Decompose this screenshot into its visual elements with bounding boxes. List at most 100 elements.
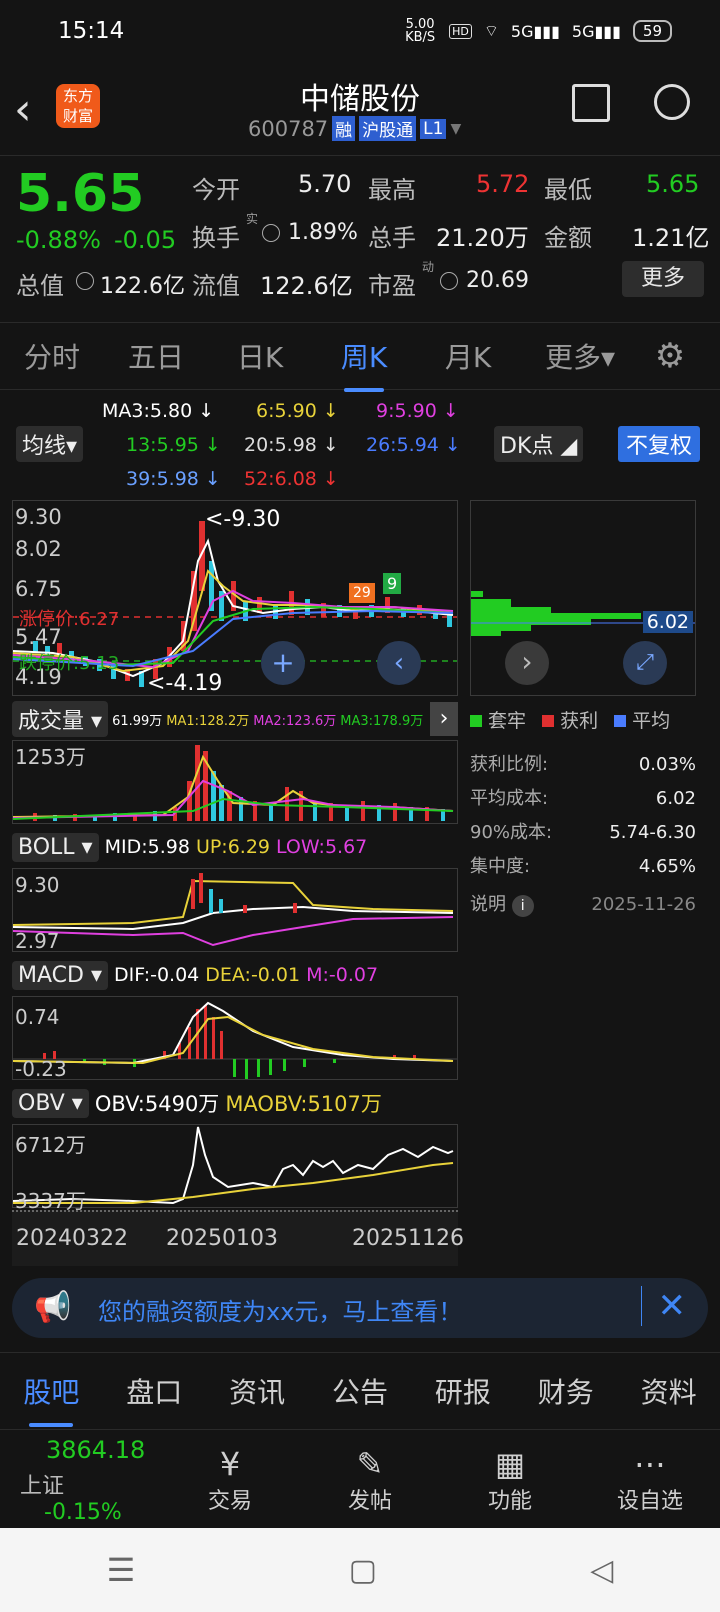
promo-banner[interactable]: 📢 您的融资额度为xx元，马上查看！ ✕ <box>12 1278 708 1338</box>
info-circle-icon[interactable] <box>440 272 458 290</box>
volume-selector[interactable]: 成交量 ▾ <box>12 701 109 737</box>
obv-selector[interactable]: OBV ▾ <box>12 1088 89 1118</box>
profit-ratio-label: 获利比例: <box>470 754 549 775</box>
search-icon[interactable] <box>654 84 690 120</box>
more-button[interactable]: 更多 <box>622 261 704 297</box>
date-start: 20240322 <box>16 1226 128 1251</box>
chip-note-link[interactable]: 说明 i <box>470 888 534 922</box>
home-icon[interactable]: ▢ <box>349 1553 377 1588</box>
vol-ma3: MA3:178.9万 <box>340 713 424 729</box>
tab-research[interactable]: 研报 <box>411 1371 514 1411</box>
chevron-down-icon[interactable]: ▼ <box>450 121 461 137</box>
boll-chart[interactable]: 9.30 2.97 <box>12 868 458 953</box>
tab-guba[interactable]: 股吧 <box>0 1371 103 1427</box>
turnover-label: 换手 <box>192 224 240 252</box>
net-speed: 5.00 KB/S <box>405 17 436 45</box>
trade-button[interactable]: ¥ 交易 <box>160 1445 300 1515</box>
back-nav-icon[interactable]: ◁ <box>590 1553 613 1588</box>
tab-profile[interactable]: 资料 <box>617 1371 720 1411</box>
tab-more[interactable]: 更多▾ <box>520 336 640 376</box>
boll-up: UP:6.29 <box>195 836 271 858</box>
chevron-right-icon[interactable]: › <box>430 702 458 736</box>
volume-header: 成交量 ▾ 61.99万 MA1:128.2万 MA2:123.6万 MA3:1… <box>12 701 458 737</box>
macd-selector[interactable]: MACD ▾ <box>12 960 108 990</box>
min-price-label: <-4.19 <box>147 671 223 696</box>
stock-code: 600787 <box>248 116 329 141</box>
dk-point-button[interactable]: DK点 ◢ <box>494 426 584 462</box>
tab-daily-k[interactable]: 日K <box>208 336 312 376</box>
info-circle-icon[interactable] <box>76 272 94 290</box>
tab-weekly-k[interactable]: 周K <box>312 336 416 392</box>
collapse-left-button[interactable]: ‹ <box>377 641 421 685</box>
crosshair-plus-button[interactable]: + <box>261 641 305 685</box>
ma6-value: 6:5.90 ↓ <box>256 400 339 422</box>
index-name: 上证 <box>20 1473 65 1499</box>
low-value: 5.65 <box>646 170 700 198</box>
concentration-label: 集中度: <box>470 856 531 877</box>
tab-monthly-k[interactable]: 月K <box>416 336 520 376</box>
battery-icon: 59 <box>632 20 672 42</box>
settings-gear-icon[interactable]: ⚙ <box>640 336 700 376</box>
ma13-value: 13:5.95 ↓ <box>126 434 221 456</box>
change-pct: -0.88% <box>16 226 101 254</box>
macd-header: MACD ▾ DIF:-0.04 DEA:-0.01 M:-0.07 <box>12 958 458 992</box>
boll-low: LOW:5.67 <box>276 836 368 858</box>
amount-label: 金额 <box>544 224 592 252</box>
tab-intraday[interactable]: 分时 <box>0 336 104 376</box>
ma20-value: 20:5.98 ↓ <box>244 434 339 456</box>
ma-selector[interactable]: 均线▾ <box>16 426 84 462</box>
tab-news[interactable]: 资讯 <box>206 1371 309 1411</box>
close-icon[interactable]: ✕ <box>640 1286 686 1326</box>
chevron-right-icon[interactable]: › <box>505 641 549 685</box>
obv-ymax: 6712万 <box>15 1133 86 1157</box>
float-value: 122.6亿 <box>260 272 353 300</box>
open-value: 5.70 <box>298 170 352 198</box>
tag-hgt: 沪股通 <box>359 116 417 141</box>
chip-current-price: 6.02 <box>642 611 693 633</box>
edit-icon: ✎ <box>356 1445 384 1483</box>
kline-y2: 8.02 <box>15 537 62 561</box>
system-nav-bar: ☰ ▢ ◁ <box>0 1528 720 1612</box>
index-quote[interactable]: 3864.18 上证 -0.15% <box>0 1436 160 1525</box>
legend-profit: 获利 <box>560 710 599 732</box>
info-circle-icon[interactable] <box>262 224 280 242</box>
max-price-label: <-9.30 <box>205 507 281 532</box>
info-icon: i <box>511 895 534 917</box>
post-button[interactable]: ✎ 发帖 <box>300 1445 440 1515</box>
tab-finance[interactable]: 财务 <box>514 1371 617 1411</box>
menu-icon[interactable]: ☰ <box>107 1551 136 1589</box>
expand-icon[interactable]: ⤢ <box>623 641 667 685</box>
date-end: 20251126 <box>352 1226 464 1251</box>
event-badge-green[interactable]: 9 <box>383 573 402 594</box>
event-badge-orange[interactable]: 29 <box>349 583 375 603</box>
functions-button[interactable]: ▦ 功能 <box>440 1445 580 1515</box>
volume-chart[interactable]: 1253万 <box>12 740 458 824</box>
pe-label: 市盈 <box>368 272 416 300</box>
high-value: 5.72 <box>476 170 530 198</box>
tab-5day[interactable]: 五日 <box>104 336 208 376</box>
boll-selector[interactable]: BOLL ▾ <box>12 832 99 862</box>
index-change: -0.15% <box>44 1499 122 1525</box>
tab-announcements[interactable]: 公告 <box>309 1371 412 1411</box>
obv-chart[interactable]: 6712万 3337万 <box>12 1124 458 1213</box>
obv-value: OBV:5490万 <box>94 1092 220 1116</box>
kline-chart[interactable]: 9.30 8.02 6.75 5.47 4.19 <-9.30 <-4.19 涨… <box>12 500 458 696</box>
bottom-toolbar: 3864.18 上证 -0.15% ¥ 交易 ✎ 发帖 ▦ 功能 ⋯ 设自选 <box>0 1432 720 1528</box>
volume-label: 总手 <box>368 224 416 252</box>
period-tabs: 分时 五日 日K 周K 月K 更多▾ ⚙ <box>0 322 720 392</box>
vol-ma1: MA1:128.2万 <box>166 713 250 729</box>
signal-icon: 5G▮▮▮ <box>510 21 560 41</box>
chip-distribution-chart[interactable]: 6.02 › ⤢ <box>470 500 696 696</box>
obv-header: OBV ▾ OBV:5490万 MAOBV:5107万 <box>12 1086 458 1120</box>
stock-code-row: 600787 融 沪股通 L1 ▼ <box>248 116 461 141</box>
amount-value: 1.21亿 <box>632 224 710 252</box>
date-mid: 20250103 <box>166 1226 278 1251</box>
share-icon[interactable] <box>572 84 610 122</box>
no-adjust-button[interactable]: 不复权 <box>618 426 701 462</box>
tag-margin: 融 <box>332 116 356 141</box>
add-watchlist-button[interactable]: ⋯ 设自选 <box>580 1445 720 1515</box>
macd-chart[interactable]: 0.74 -0.23 <box>12 996 458 1081</box>
chip-date: 2025-11-26 <box>591 894 696 915</box>
kline-y3: 6.75 <box>15 577 62 601</box>
tab-pankou[interactable]: 盘口 <box>103 1371 206 1411</box>
